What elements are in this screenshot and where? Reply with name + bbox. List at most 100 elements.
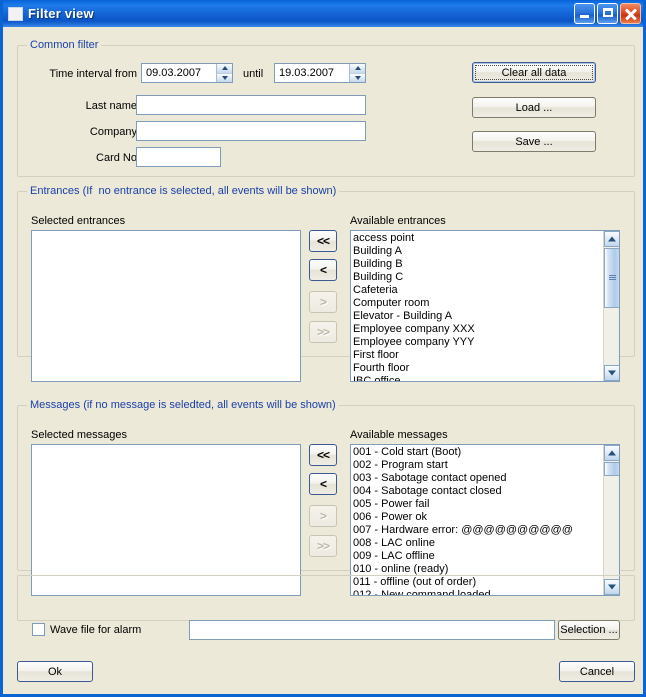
- date-from-spin-up-icon[interactable]: [217, 64, 232, 74]
- selected-entrances-label: Selected entrances: [31, 215, 126, 227]
- list-item[interactable]: 009 - LAC offline: [353, 550, 603, 563]
- entrances-legend: Entrances (If no entrance is selected, a…: [27, 185, 340, 197]
- save-label: Save ...: [515, 135, 553, 148]
- card-no-input[interactable]: [136, 147, 221, 167]
- entrances-move-all-left-button[interactable]: <<: [309, 230, 337, 252]
- messages-move-all-right-button[interactable]: >>: [309, 535, 337, 557]
- list-item[interactable]: Building A: [353, 245, 603, 258]
- messages-move-right-button[interactable]: >: [309, 505, 337, 527]
- selected-messages-list[interactable]: [31, 444, 301, 596]
- available-messages-items: 001 - Cold start (Boot) 002 - Program sta…: [351, 445, 603, 595]
- list-item[interactable]: 008 - LAC online: [353, 537, 603, 550]
- list-item[interactable]: Building B: [353, 258, 603, 271]
- last-name-label: Last name: [85, 100, 137, 112]
- maximize-button[interactable]: [597, 3, 618, 24]
- last-name-input[interactable]: [136, 95, 366, 115]
- messages-move-right-label: >: [319, 509, 327, 523]
- scroll-up-icon[interactable]: [604, 231, 619, 247]
- selected-messages-items: [32, 445, 300, 595]
- close-button[interactable]: [620, 3, 641, 24]
- messages-move-all-left-label: <<: [316, 448, 330, 462]
- date-from-value: 09.03.2007: [146, 67, 202, 79]
- list-item[interactable]: 006 - Power ok: [353, 511, 603, 524]
- list-item[interactable]: 004 - Sabotage contact closed: [353, 485, 603, 498]
- list-item[interactable]: 001 - Cold start (Boot): [353, 446, 603, 459]
- available-messages-scrollbar[interactable]: [603, 445, 619, 595]
- date-from-spin-buttons[interactable]: [216, 64, 232, 82]
- available-entrances-items: access point Building A Building B Building…: [351, 231, 603, 381]
- minimize-button[interactable]: [574, 3, 595, 24]
- list-item[interactable]: First floor: [353, 349, 603, 362]
- available-entrances-scrollbar[interactable]: [603, 231, 619, 381]
- wave-file-group: [17, 575, 635, 621]
- list-item[interactable]: 005 - Power fail: [353, 498, 603, 511]
- load-label: Load ...: [515, 101, 553, 114]
- wave-file-checkbox[interactable]: [32, 623, 45, 636]
- ok-label: Ok: [47, 665, 63, 678]
- list-item[interactable]: 003 - Sabotage contact opened: [353, 472, 603, 485]
- selected-messages-label: Selected messages: [31, 429, 127, 441]
- entrances-move-all-right-button[interactable]: >>: [309, 321, 337, 343]
- entrances-move-left-button[interactable]: <: [309, 259, 337, 281]
- clear-all-data-button[interactable]: Clear all data: [472, 62, 596, 83]
- selected-entrances-items: [32, 231, 300, 381]
- load-button[interactable]: Load ...: [472, 97, 596, 118]
- list-item[interactable]: Building C: [353, 271, 603, 284]
- window-controls: [574, 3, 641, 24]
- clear-all-data-label: Clear all data: [501, 66, 567, 79]
- entrances-move-right-label: >: [319, 295, 327, 309]
- date-from-spinner[interactable]: 09.03.2007: [141, 63, 233, 83]
- list-item[interactable]: Computer room: [353, 297, 603, 310]
- messages-move-all-right-label: >>: [316, 539, 330, 553]
- time-interval-label: Time interval from: [49, 68, 137, 80]
- entrances-move-all-right-label: >>: [316, 325, 330, 339]
- messages-move-left-button[interactable]: <: [309, 473, 337, 495]
- list-item[interactable]: 007 - Hardware error: @@@@@@@@@@: [353, 524, 603, 537]
- entrances-move-left-label: <: [319, 263, 327, 277]
- list-item[interactable]: Employee company YYY: [353, 336, 603, 349]
- scrollbar-thumb[interactable]: [604, 248, 619, 308]
- company-label: Company: [89, 126, 137, 138]
- scroll-down-icon[interactable]: [604, 365, 619, 381]
- list-item[interactable]: Elevator - Building A: [353, 310, 603, 323]
- date-until-value: 19.03.2007: [279, 67, 335, 79]
- list-item[interactable]: Fourth floor: [353, 362, 603, 375]
- scrollbar-thumb[interactable]: [604, 462, 619, 476]
- date-from-spin-down-icon[interactable]: [217, 73, 232, 82]
- available-entrances-list[interactable]: access point Building A Building B Building…: [350, 230, 620, 382]
- cancel-label: Cancel: [579, 665, 615, 678]
- wave-file-checkbox-row[interactable]: Wave file for alarm: [32, 623, 141, 636]
- save-button[interactable]: Save ...: [472, 131, 596, 152]
- cancel-button[interactable]: Cancel: [559, 661, 635, 682]
- wave-file-selection-button[interactable]: Selection ...: [558, 620, 620, 640]
- company-input[interactable]: [136, 121, 366, 141]
- card-no-label: Card No: [96, 152, 137, 164]
- date-until-spin-up-icon[interactable]: [350, 64, 365, 74]
- entrances-move-right-button[interactable]: >: [309, 291, 337, 313]
- list-item[interactable]: access point: [353, 232, 603, 245]
- date-until-spin-buttons[interactable]: [349, 64, 365, 82]
- filter-view-window: Filter view Common filter Time interval …: [0, 0, 646, 697]
- list-item[interactable]: Employee company XXX: [353, 323, 603, 336]
- date-until-spinner[interactable]: 19.03.2007: [274, 63, 366, 83]
- scrollbar-grip-icon: [609, 275, 616, 281]
- selected-entrances-list[interactable]: [31, 230, 301, 382]
- messages-move-left-label: <: [319, 477, 327, 491]
- common-filter-legend: Common filter: [27, 39, 102, 51]
- wave-file-label: Wave file for alarm: [50, 623, 142, 636]
- list-item[interactable]: IBC office: [353, 375, 603, 381]
- list-item[interactable]: 002 - Program start: [353, 459, 603, 472]
- until-label: until: [243, 68, 264, 80]
- wave-file-path-input[interactable]: [189, 620, 555, 640]
- messages-legend: Messages (if no message is seledted, all…: [27, 399, 339, 411]
- ok-button[interactable]: Ok: [17, 661, 93, 682]
- available-messages-list[interactable]: 001 - Cold start (Boot) 002 - Program sta…: [350, 444, 620, 596]
- window-title: Filter view: [28, 6, 94, 21]
- window-icon: [8, 6, 23, 21]
- messages-move-all-left-button[interactable]: <<: [309, 444, 337, 466]
- scroll-up-icon[interactable]: [604, 445, 619, 461]
- title-bar: Filter view: [3, 0, 643, 27]
- list-item[interactable]: Cafeteria: [353, 284, 603, 297]
- wave-file-selection-label: Selection ...: [560, 624, 618, 636]
- date-until-spin-down-icon[interactable]: [350, 73, 365, 82]
